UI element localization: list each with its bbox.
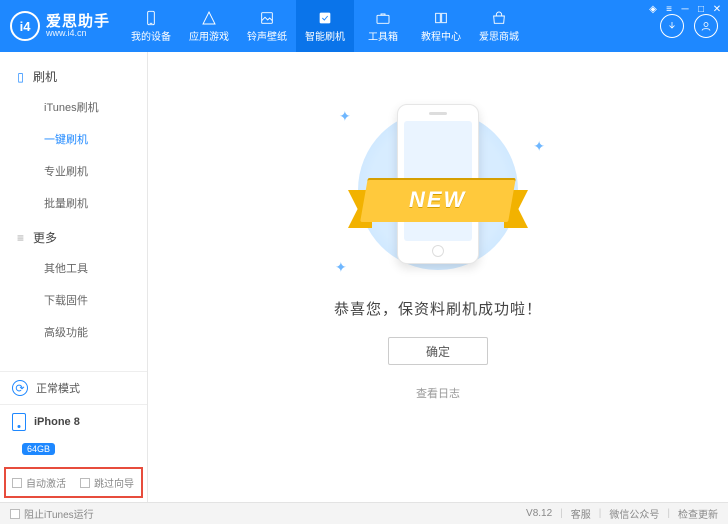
- sidebar-item-pro[interactable]: 专业刷机: [14, 155, 147, 187]
- sidebar-item-onekey[interactable]: 一键刷机: [14, 123, 147, 155]
- sidebar-group-label: 刷机: [33, 68, 57, 85]
- maximize-icon[interactable]: □: [696, 4, 706, 14]
- checkbox-block-itunes[interactable]: 阻止iTunes运行: [10, 506, 94, 521]
- flash-icon: [316, 10, 334, 26]
- success-message: 恭喜您，保资料刷机成功啦！: [334, 298, 542, 319]
- apps-icon: [200, 10, 218, 26]
- checkbox-icon: [10, 509, 20, 519]
- close-icon[interactable]: ✕: [712, 4, 722, 14]
- nav-apps[interactable]: 应用游戏: [180, 0, 238, 52]
- main-content: ✦ ✦ ✦ NEW 恭喜您，保资料刷机成功啦！ 确定 查看日志: [148, 52, 728, 502]
- title-bar: i4 爱思助手 www.i4.cn 我的设备 应用游戏 铃声壁纸 智能刷机 工具…: [0, 0, 728, 52]
- checkbox-label: 阻止iTunes运行: [24, 506, 94, 521]
- view-log-link[interactable]: 查看日志: [416, 385, 460, 401]
- app-logo: i4 爱思助手 www.i4.cn: [0, 0, 122, 52]
- nav-label: 工具箱: [368, 28, 398, 43]
- phone-icon: [142, 10, 160, 26]
- app-url: www.i4.cn: [46, 29, 110, 38]
- checkbox-icon: [12, 478, 22, 488]
- status-bar: 阻止iTunes运行 V8.12 | 客服 | 微信公众号 | 检查更新: [0, 502, 728, 524]
- phone-icon: ▯: [14, 70, 27, 83]
- sidebar: ▯ 刷机 iTunes刷机 一键刷机 专业刷机 批量刷机 ≡ 更多 其他工具 下…: [0, 52, 148, 502]
- nav-label: 铃声壁纸: [247, 28, 287, 43]
- device-mode[interactable]: ⟳ 正常模式: [0, 372, 147, 405]
- nav-label: 教程中心: [421, 28, 461, 43]
- sidebar-group-label: 更多: [33, 229, 57, 246]
- version-label: V8.12: [526, 508, 552, 519]
- sparkle-icon: ✦: [339, 108, 351, 125]
- sparkle-icon: ✦: [335, 259, 347, 276]
- sidebar-item-advanced[interactable]: 高级功能: [14, 316, 147, 348]
- toolbox-icon: [374, 10, 392, 26]
- download-button[interactable]: [660, 14, 684, 38]
- top-nav: 我的设备 应用游戏 铃声壁纸 智能刷机 工具箱 教程中心 爱思商城: [122, 0, 648, 52]
- footer-link-support[interactable]: 客服: [571, 506, 591, 521]
- storage-badge: 64GB: [22, 443, 55, 455]
- account-button[interactable]: [694, 14, 718, 38]
- sidebar-group-more[interactable]: ≡ 更多: [14, 223, 147, 252]
- flash-options-highlight: 自动激活 跳过向导: [4, 467, 143, 498]
- nav-ring[interactable]: 铃声壁纸: [238, 0, 296, 52]
- skin-icon[interactable]: ◈: [648, 4, 658, 14]
- ok-button[interactable]: 确定: [388, 337, 488, 365]
- nav-flash[interactable]: 智能刷机: [296, 0, 354, 52]
- nav-tutorial[interactable]: 教程中心: [412, 0, 470, 52]
- sidebar-item-itunes[interactable]: iTunes刷机: [14, 91, 147, 123]
- checkbox-skip-guide[interactable]: 跳过向导: [80, 475, 134, 490]
- device-name: iPhone 8: [34, 416, 80, 428]
- nav-label: 应用游戏: [189, 28, 229, 43]
- device-icon: [12, 413, 26, 431]
- nav-label: 爱思商城: [479, 28, 519, 43]
- refresh-icon: ⟳: [12, 380, 28, 396]
- checkbox-icon: [80, 478, 90, 488]
- logo-icon: i4: [10, 11, 40, 41]
- wallpaper-icon: [258, 10, 276, 26]
- ribbon-icon: NEW: [364, 178, 512, 222]
- nav-store[interactable]: 爱思商城: [470, 0, 528, 52]
- footer-link-update[interactable]: 检查更新: [678, 506, 718, 521]
- minimize-icon[interactable]: ─: [680, 4, 690, 14]
- sparkle-icon: ✦: [533, 138, 545, 155]
- ribbon-text: NEW: [409, 187, 466, 213]
- sidebar-group-flash[interactable]: ▯ 刷机: [14, 62, 147, 91]
- app-title: 爱思助手: [46, 14, 110, 29]
- device-mode-label: 正常模式: [36, 380, 80, 396]
- list-icon: ≡: [14, 231, 27, 244]
- book-icon: [432, 10, 450, 26]
- nav-toolbox[interactable]: 工具箱: [354, 0, 412, 52]
- sidebar-item-download[interactable]: 下载固件: [14, 284, 147, 316]
- nav-label: 我的设备: [131, 28, 171, 43]
- app-body: ▯ 刷机 iTunes刷机 一键刷机 专业刷机 批量刷机 ≡ 更多 其他工具 下…: [0, 52, 728, 502]
- window-controls: ◈ ≡ ─ □ ✕: [648, 0, 728, 14]
- menu-icon[interactable]: ≡: [664, 4, 674, 14]
- sidebar-item-othertools[interactable]: 其他工具: [14, 252, 147, 284]
- checkbox-auto-activate[interactable]: 自动激活: [12, 475, 66, 490]
- checkbox-label: 自动激活: [26, 475, 66, 490]
- footer-link-wechat[interactable]: 微信公众号: [609, 506, 659, 521]
- nav-device[interactable]: 我的设备: [122, 0, 180, 52]
- sidebar-item-batch[interactable]: 批量刷机: [14, 187, 147, 219]
- store-icon: [490, 10, 508, 26]
- success-illustration: ✦ ✦ ✦ NEW: [333, 100, 543, 280]
- nav-label: 智能刷机: [305, 28, 345, 43]
- checkbox-label: 跳过向导: [94, 475, 134, 490]
- connected-device[interactable]: iPhone 8: [0, 405, 147, 439]
